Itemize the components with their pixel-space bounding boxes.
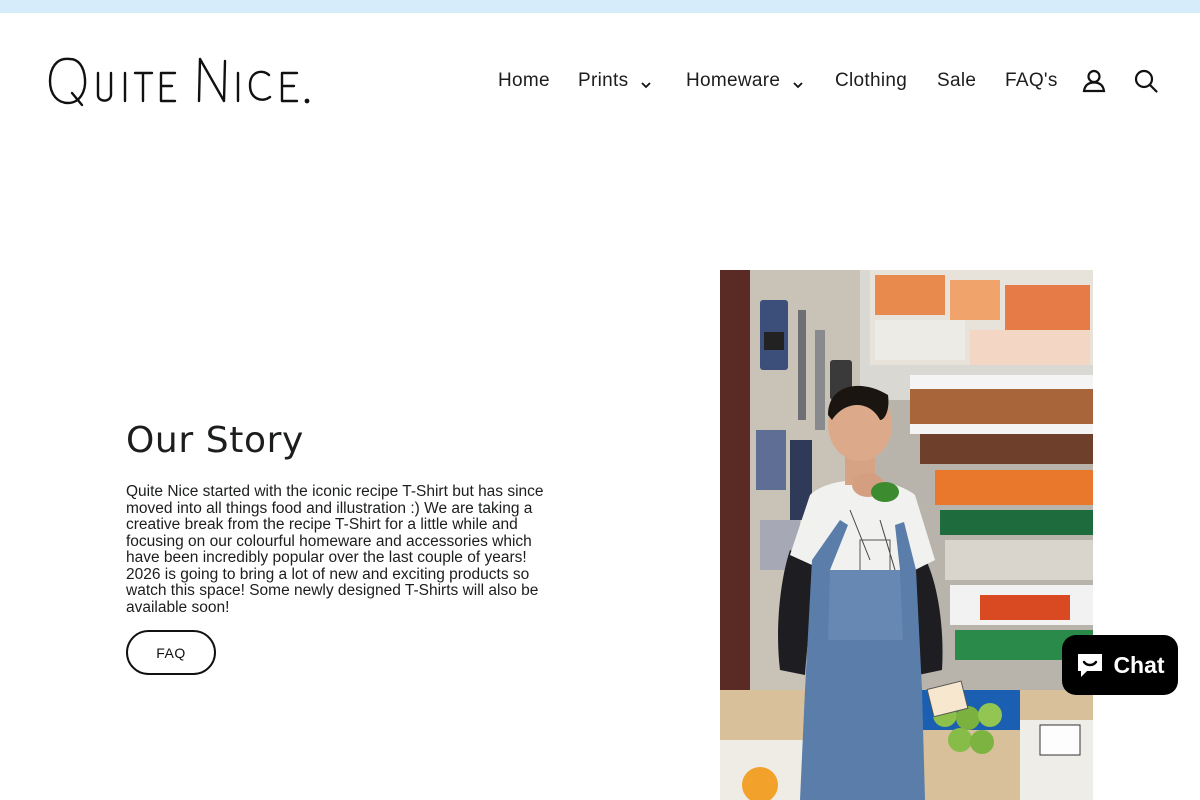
chevron-down-icon [640, 75, 652, 89]
nav-faqs[interactable]: FAQ's [1005, 65, 1058, 97]
faq-button[interactable]: FAQ [126, 630, 216, 675]
announcement-bar [0, 0, 1200, 13]
our-story-section: Our Story Quite Nice started with the ic… [126, 420, 556, 616]
nav-home-label: Home [498, 70, 550, 91]
nav-sale[interactable]: Sale [937, 65, 976, 97]
story-body: Quite Nice started with the iconic recip… [126, 483, 544, 616]
nav-prints[interactable]: Prints [578, 65, 652, 97]
nav-sale-label: Sale [937, 70, 977, 91]
chat-bubble-icon [1078, 654, 1103, 677]
nav-homeware[interactable]: Homeware [686, 65, 804, 97]
nav-home[interactable]: Home [498, 65, 550, 97]
main-navigation: Home Prints Homeware Clothing Sale FAQ's [0, 65, 1200, 97]
account-icon[interactable] [1081, 68, 1107, 94]
site-header: Home Prints Homeware Clothing Sale FAQ's [0, 13, 1200, 148]
nav-clothing[interactable]: Clothing [835, 65, 907, 97]
search-icon[interactable] [1133, 68, 1159, 94]
chat-label: Chat [1113, 651, 1165, 678]
chat-button[interactable]: Chat [1062, 635, 1178, 695]
story-photo [720, 270, 1093, 800]
nav-faqs-label: FAQ's [1005, 70, 1058, 91]
nav-clothing-label: Clothing [835, 70, 908, 91]
nav-prints-label: Prints [578, 70, 629, 91]
story-title: Our Story [126, 420, 304, 461]
nav-homeware-label: Homeware [686, 70, 781, 91]
chevron-down-icon [792, 75, 804, 89]
